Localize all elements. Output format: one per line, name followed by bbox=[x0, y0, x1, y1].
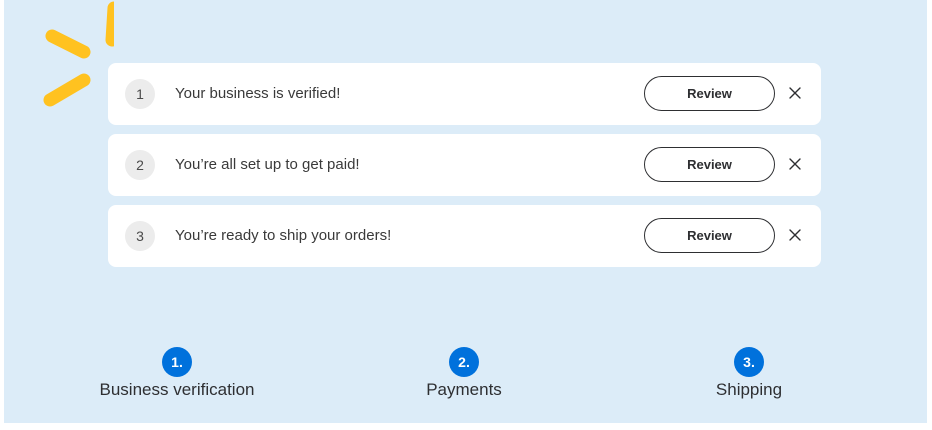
step-label: Payments bbox=[426, 380, 502, 399]
task-number: 2 bbox=[125, 150, 155, 180]
step-payments: 2. Payments bbox=[364, 347, 564, 400]
close-icon[interactable] bbox=[787, 85, 803, 101]
close-icon[interactable] bbox=[787, 156, 803, 172]
task-number: 1 bbox=[125, 79, 155, 109]
review-button[interactable]: Review bbox=[644, 218, 775, 253]
step-label: Business verification bbox=[99, 380, 255, 399]
task-message: You’re all set up to get paid! bbox=[175, 156, 360, 173]
step-number-badge: 1. bbox=[162, 347, 192, 377]
step-shipping: 3. Shipping bbox=[649, 347, 849, 400]
task-card-business-verified: 1 Your business is verified! Review bbox=[108, 63, 821, 125]
task-message: Your business is verified! bbox=[175, 85, 341, 102]
task-card-get-paid: 2 You’re all set up to get paid! Review bbox=[108, 134, 821, 196]
spark-logo bbox=[43, 1, 114, 107]
step-number-badge: 3. bbox=[734, 347, 764, 377]
step-label: Shipping bbox=[715, 380, 783, 399]
task-message: You’re ready to ship your orders! bbox=[175, 227, 392, 244]
review-button[interactable]: Review bbox=[644, 76, 775, 111]
onboarding-panel: 1 Your business is verified! Review 2 Yo… bbox=[4, 0, 927, 423]
task-list: 1 Your business is verified! Review 2 Yo… bbox=[108, 63, 821, 276]
step-number-badge: 2. bbox=[449, 347, 479, 377]
task-card-ship-orders: 3 You’re ready to ship your orders! Revi… bbox=[108, 205, 821, 267]
step-business-verification: 1. Business verification bbox=[77, 347, 277, 400]
close-icon[interactable] bbox=[787, 227, 803, 243]
review-button[interactable]: Review bbox=[644, 147, 775, 182]
task-number: 3 bbox=[125, 221, 155, 251]
